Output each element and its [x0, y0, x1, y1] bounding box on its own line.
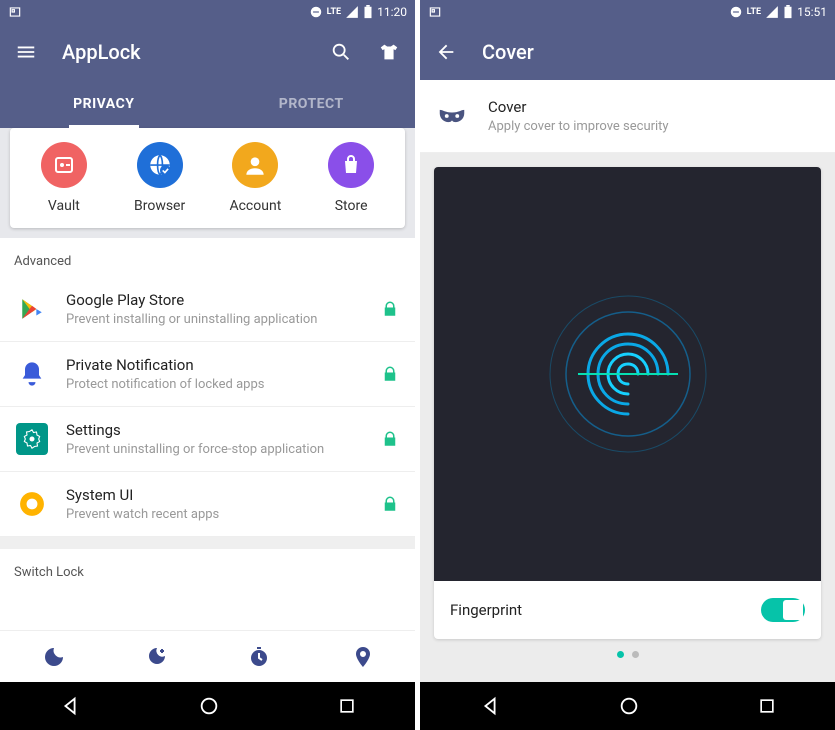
systemui-icon — [16, 488, 48, 520]
fingerprint-toggle-row: Fingerprint — [434, 581, 821, 639]
globe-icon — [147, 152, 173, 178]
row-settings[interactable]: Settings Prevent uninstalling or force-s… — [0, 407, 415, 472]
fingerprint-icon — [543, 289, 713, 459]
cover-preview — [434, 167, 821, 581]
nav-home[interactable] — [198, 695, 220, 717]
main-list: Advanced Google Play Store Prevent insta… — [0, 238, 415, 630]
nav-recent[interactable] — [337, 696, 357, 716]
android-navbar — [420, 682, 835, 730]
app-title: AppLock — [62, 40, 305, 64]
statusbar: LTE 15:51 — [420, 0, 835, 24]
account-icon — [242, 152, 268, 178]
cover-area: Fingerprint — [420, 153, 835, 682]
tabbar: PRIVACY PROTECT — [0, 80, 415, 128]
fingerprint-label: Fingerprint — [450, 601, 522, 619]
nav-night-add[interactable] — [144, 645, 168, 669]
network-label: LTE — [747, 7, 762, 17]
section-advanced: Advanced — [0, 238, 415, 277]
vault-icon — [52, 153, 76, 177]
cover-header-row: Cover Apply cover to improve security — [420, 80, 835, 153]
row-title: System UI — [66, 486, 363, 504]
quick-actions-card: Vault Browser Account Store — [10, 128, 405, 228]
back-button[interactable] — [434, 40, 458, 64]
signal-icon — [345, 5, 359, 19]
nav-home[interactable] — [618, 695, 640, 717]
menu-button[interactable] — [14, 40, 38, 64]
quick-store[interactable]: Store — [311, 142, 391, 214]
quick-account[interactable]: Account — [215, 142, 295, 214]
quick-account-label: Account — [229, 198, 281, 214]
quick-actions-wrap: Vault Browser Account Store — [0, 128, 415, 238]
camera-icon — [8, 5, 22, 19]
row-sub: Prevent installing or uninstalling appli… — [66, 312, 363, 327]
nav-night[interactable] — [40, 645, 64, 669]
quick-browser-label: Browser — [134, 198, 185, 214]
cover-title: Cover — [488, 98, 669, 116]
battery-icon — [363, 5, 373, 19]
nav-timer[interactable] — [247, 645, 271, 669]
lock-icon[interactable] — [381, 495, 399, 513]
row-sub: Protect notification of locked apps — [66, 377, 363, 392]
fingerprint-switch[interactable] — [761, 598, 805, 622]
page-title: Cover — [482, 40, 821, 64]
screen-cover: LTE 15:51 Cover Cover Apply cover to imp… — [420, 0, 835, 730]
shirt-icon — [378, 41, 400, 63]
arrow-back-icon — [435, 41, 457, 63]
theme-button[interactable] — [377, 40, 401, 64]
pager-dot-2[interactable] — [632, 651, 639, 658]
clock-label: 15:51 — [797, 5, 827, 19]
row-title: Private Notification — [66, 356, 363, 374]
playstore-icon — [16, 293, 48, 325]
signal-icon — [765, 5, 779, 19]
row-sub: Prevent uninstalling or force-stop appli… — [66, 442, 363, 457]
section-switchlock: Switch Lock — [0, 549, 415, 588]
dnd-icon — [309, 5, 323, 19]
android-navbar — [0, 682, 415, 730]
quick-vault[interactable]: Vault — [24, 142, 104, 214]
quick-store-label: Store — [335, 198, 368, 214]
row-playstore[interactable]: Google Play Store Prevent installing or … — [0, 277, 415, 342]
quick-vault-label: Vault — [48, 198, 80, 214]
pager-dot-1[interactable] — [617, 651, 624, 658]
row-private-notification[interactable]: Private Notification Protect notificatio… — [0, 342, 415, 407]
clock-label: 11:20 — [377, 5, 407, 19]
lock-icon[interactable] — [381, 300, 399, 318]
nav-location[interactable] — [351, 645, 375, 669]
row-sub: Prevent watch recent apps — [66, 507, 363, 522]
bell-icon — [16, 358, 48, 390]
appbar: AppLock — [0, 24, 415, 80]
store-icon — [339, 153, 363, 177]
quick-browser[interactable]: Browser — [120, 142, 200, 214]
dnd-icon — [729, 5, 743, 19]
camera-icon — [428, 5, 442, 19]
search-icon — [330, 41, 352, 63]
pager-dots — [434, 651, 821, 658]
bottom-nav — [0, 630, 415, 682]
nav-back[interactable] — [59, 695, 81, 717]
tab-privacy[interactable]: PRIVACY — [0, 80, 208, 128]
tab-protect[interactable]: PROTECT — [208, 80, 416, 128]
appbar: Cover — [420, 24, 835, 80]
mask-icon — [438, 107, 466, 125]
screen-applock: LTE 11:20 AppLock PRIVACY PROTECT Vault — [0, 0, 415, 730]
settings-icon — [16, 423, 48, 455]
battery-icon — [783, 5, 793, 19]
row-systemui[interactable]: System UI Prevent watch recent apps — [0, 472, 415, 537]
list-divider — [0, 537, 415, 549]
lock-icon[interactable] — [381, 365, 399, 383]
nav-back[interactable] — [479, 695, 501, 717]
statusbar: LTE 11:20 — [0, 0, 415, 24]
lock-icon[interactable] — [381, 430, 399, 448]
row-title: Google Play Store — [66, 291, 363, 309]
cover-card[interactable]: Fingerprint — [434, 167, 821, 639]
hamburger-icon — [15, 41, 37, 63]
search-button[interactable] — [329, 40, 353, 64]
nav-recent[interactable] — [757, 696, 777, 716]
network-label: LTE — [327, 7, 342, 17]
cover-sub: Apply cover to improve security — [488, 119, 669, 134]
row-title: Settings — [66, 421, 363, 439]
